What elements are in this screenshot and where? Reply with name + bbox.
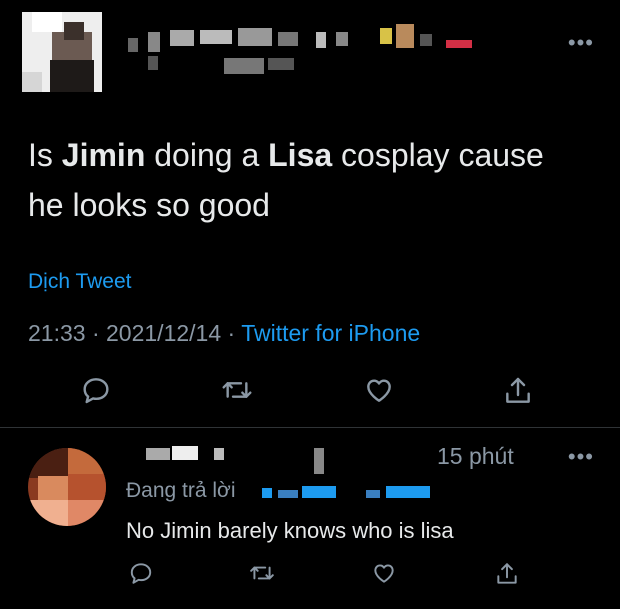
share-icon[interactable]	[494, 560, 520, 588]
tweet-text-part: Is	[28, 137, 62, 173]
author-avatar[interactable]	[22, 12, 102, 92]
replying-to: Đang trả lời	[126, 479, 235, 503]
tweet-text-line-2: he looks so good	[28, 187, 270, 223]
share-icon[interactable]	[502, 374, 534, 408]
tweet-text-bold: Lisa	[268, 137, 333, 173]
tweet-time[interactable]: 21:33	[28, 320, 86, 346]
replying-to-handle-redacted[interactable]	[262, 484, 442, 502]
retweet-icon[interactable]	[248, 560, 276, 586]
reply-author-name-redacted[interactable]	[146, 444, 346, 474]
tweet-source[interactable]: Twitter for iPhone	[241, 320, 420, 346]
reply-author-avatar[interactable]	[28, 448, 106, 526]
divider	[0, 427, 620, 428]
reply-text: No Jimin barely knows who is lisa	[126, 518, 454, 543]
reply-icon[interactable]	[128, 560, 154, 586]
tweet-text-bold: Jimin	[61, 137, 146, 173]
like-icon[interactable]	[362, 374, 396, 406]
tweet-text-part: cosplay cause	[332, 137, 544, 173]
like-icon[interactable]	[370, 560, 398, 586]
tweet-text-part: doing a	[145, 137, 269, 173]
reply-time[interactable]: 15 phút	[437, 443, 514, 470]
tweet-text: Is Jimin doing a Lisa cosplay cause he l…	[28, 130, 598, 230]
more-horizontal-icon[interactable]: •••	[568, 444, 594, 470]
replying-label: Đang trả lời	[126, 479, 236, 502]
author-name-redacted[interactable]	[128, 24, 478, 78]
tweet-meta: 21:33 · 2021/12/14 · Twitter for iPhone	[28, 320, 420, 347]
more-horizontal-icon[interactable]: •••	[568, 30, 594, 56]
translate-tweet-link[interactable]: Dịch Tweet	[28, 270, 132, 294]
meta-separator: ·	[227, 320, 236, 346]
tweet-date[interactable]: 2021/12/14	[106, 320, 221, 346]
reply-icon[interactable]	[80, 374, 112, 406]
retweet-icon[interactable]	[220, 374, 254, 406]
meta-separator: ·	[91, 320, 100, 346]
